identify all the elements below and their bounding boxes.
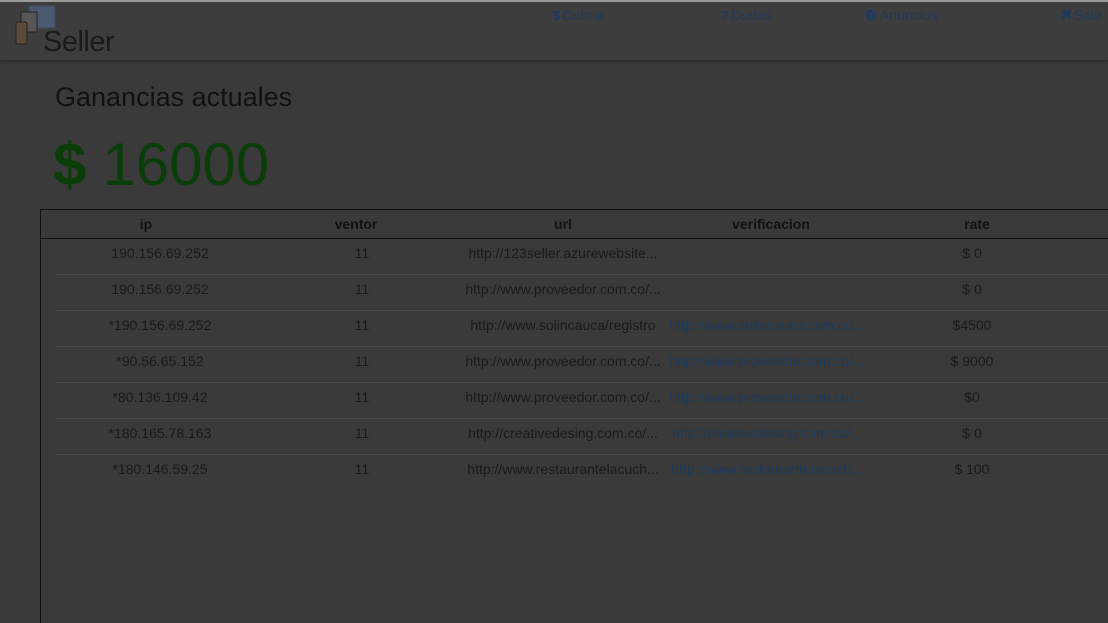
nav-cobrar-label: Cobrar bbox=[562, 7, 606, 23]
table-header: ip ventor url verificacion rate bbox=[41, 210, 1108, 239]
cell-ventor: 11 bbox=[354, 461, 370, 477]
nav-dudas-label: Dudas bbox=[730, 7, 772, 23]
cell-url: http://123seller.azurewebsite... bbox=[468, 245, 658, 261]
cell-ventor: 11 bbox=[354, 353, 370, 369]
cell-ip: 190.156.69.252 bbox=[111, 245, 209, 261]
cell-rate: $4500 bbox=[952, 317, 992, 333]
logo[interactable]: Seller bbox=[14, 4, 134, 60]
cell-ip: *180.146.59.25 bbox=[112, 461, 208, 477]
column-header-verificacion[interactable]: verificacion bbox=[701, 216, 841, 232]
cell-ventor: 11 bbox=[354, 389, 370, 405]
cell-ip: *90.56.65.152 bbox=[116, 353, 204, 369]
cell-rate: $ 0 bbox=[962, 245, 982, 261]
cell-ventor: 11 bbox=[354, 281, 370, 297]
amount-value: 16000 bbox=[102, 131, 270, 198]
logo-text: Seller bbox=[43, 26, 115, 58]
table-row[interactable]: *80.136.109.42 11 http://www.proveedor.c… bbox=[56, 383, 1108, 419]
cell-verificacion-link[interactable]: http://creativedesing.com.co/... bbox=[668, 425, 866, 441]
cell-rate: $ 9000 bbox=[950, 353, 994, 369]
globe-icon bbox=[865, 9, 878, 21]
nav-salir-label: Salir bbox=[1073, 7, 1102, 23]
page-title: Ganancias actuales bbox=[55, 82, 293, 112]
cell-verificacion-link[interactable]: http://www.proveedor.com.co/... bbox=[668, 353, 866, 369]
cell-ventor: 11 bbox=[354, 425, 370, 441]
cell-ip: 190.156.69.252 bbox=[111, 281, 209, 297]
cell-verificacion-link[interactable]: http://www.proveedor.com.co/... bbox=[668, 389, 866, 405]
cell-url: http://www.proveedor.com.co/... bbox=[465, 281, 661, 297]
cell-ip: *180.165.78.163 bbox=[108, 425, 212, 441]
cell-url: http://creativedesing.com.co/... bbox=[468, 425, 658, 441]
cell-ventor: 11 bbox=[354, 317, 370, 333]
close-icon: ✖ bbox=[1061, 7, 1072, 22]
table-row[interactable]: *90.56.65.152 11 http://www.proveedor.co… bbox=[56, 347, 1108, 383]
cell-url: http://www.proveedor.com.co/... bbox=[465, 353, 661, 369]
currency-symbol: $ bbox=[53, 131, 87, 198]
cell-url: http://www.solincauca/registro bbox=[470, 317, 656, 333]
table-row[interactable]: *180.165.78.163 11 http://creativedesing… bbox=[56, 419, 1108, 455]
table-row[interactable]: 190.156.69.252 11 http://123seller.azure… bbox=[56, 239, 1108, 275]
column-header-ip[interactable]: ip bbox=[106, 216, 186, 232]
cell-rate: $ 0 bbox=[962, 425, 982, 441]
cell-rate: $ 0 bbox=[962, 281, 982, 297]
cell-ventor: 11 bbox=[354, 245, 370, 261]
nav-anuncios[interactable]: Anuncios bbox=[865, 6, 938, 24]
cell-url: http://www.restaurantelacuch... bbox=[467, 461, 659, 477]
column-header-rate[interactable]: rate bbox=[937, 216, 1017, 232]
column-header-ventor[interactable]: ventor bbox=[306, 216, 406, 232]
nav-cobrar[interactable]: $ Cobrar bbox=[553, 6, 605, 24]
cell-url: http://www.proveedor.com.co/... bbox=[465, 389, 661, 405]
cell-verificacion-link[interactable]: http://www.restaurantelacuch... bbox=[668, 461, 866, 477]
cell-rate: $ 100 bbox=[954, 461, 990, 477]
question-icon: ? bbox=[721, 7, 729, 23]
table-row[interactable]: *180.146.59.25 11 http://www.restaurante… bbox=[56, 455, 1108, 491]
cell-verificacion-link[interactable]: http://www.solincauca.com.co... bbox=[668, 317, 866, 333]
nav-salir[interactable]: ✖ Salir bbox=[1061, 6, 1102, 24]
column-header-url[interactable]: url bbox=[523, 216, 603, 232]
nav-dudas[interactable]: ? Dudas bbox=[721, 6, 771, 24]
table-row[interactable]: *190.156.69.252 11 http://www.solincauca… bbox=[56, 311, 1108, 347]
earnings-amount: $16000 bbox=[53, 130, 269, 200]
cell-ip: *80.136.109.42 bbox=[112, 389, 208, 405]
cell-ip: *190.156.69.252 bbox=[108, 317, 212, 333]
top-navbar: Seller $ Cobrar ? Dudas Anuncios ✖ Salir bbox=[0, 0, 1108, 60]
cell-rate: $0 bbox=[964, 389, 980, 405]
nav-anuncios-label: Anuncios bbox=[880, 7, 938, 23]
dollar-icon: $ bbox=[553, 7, 561, 23]
table-row[interactable]: 190.156.69.252 11 http://www.proveedor.c… bbox=[56, 275, 1108, 311]
earnings-table: ip ventor url verificacion rate 190.156.… bbox=[40, 209, 1108, 623]
